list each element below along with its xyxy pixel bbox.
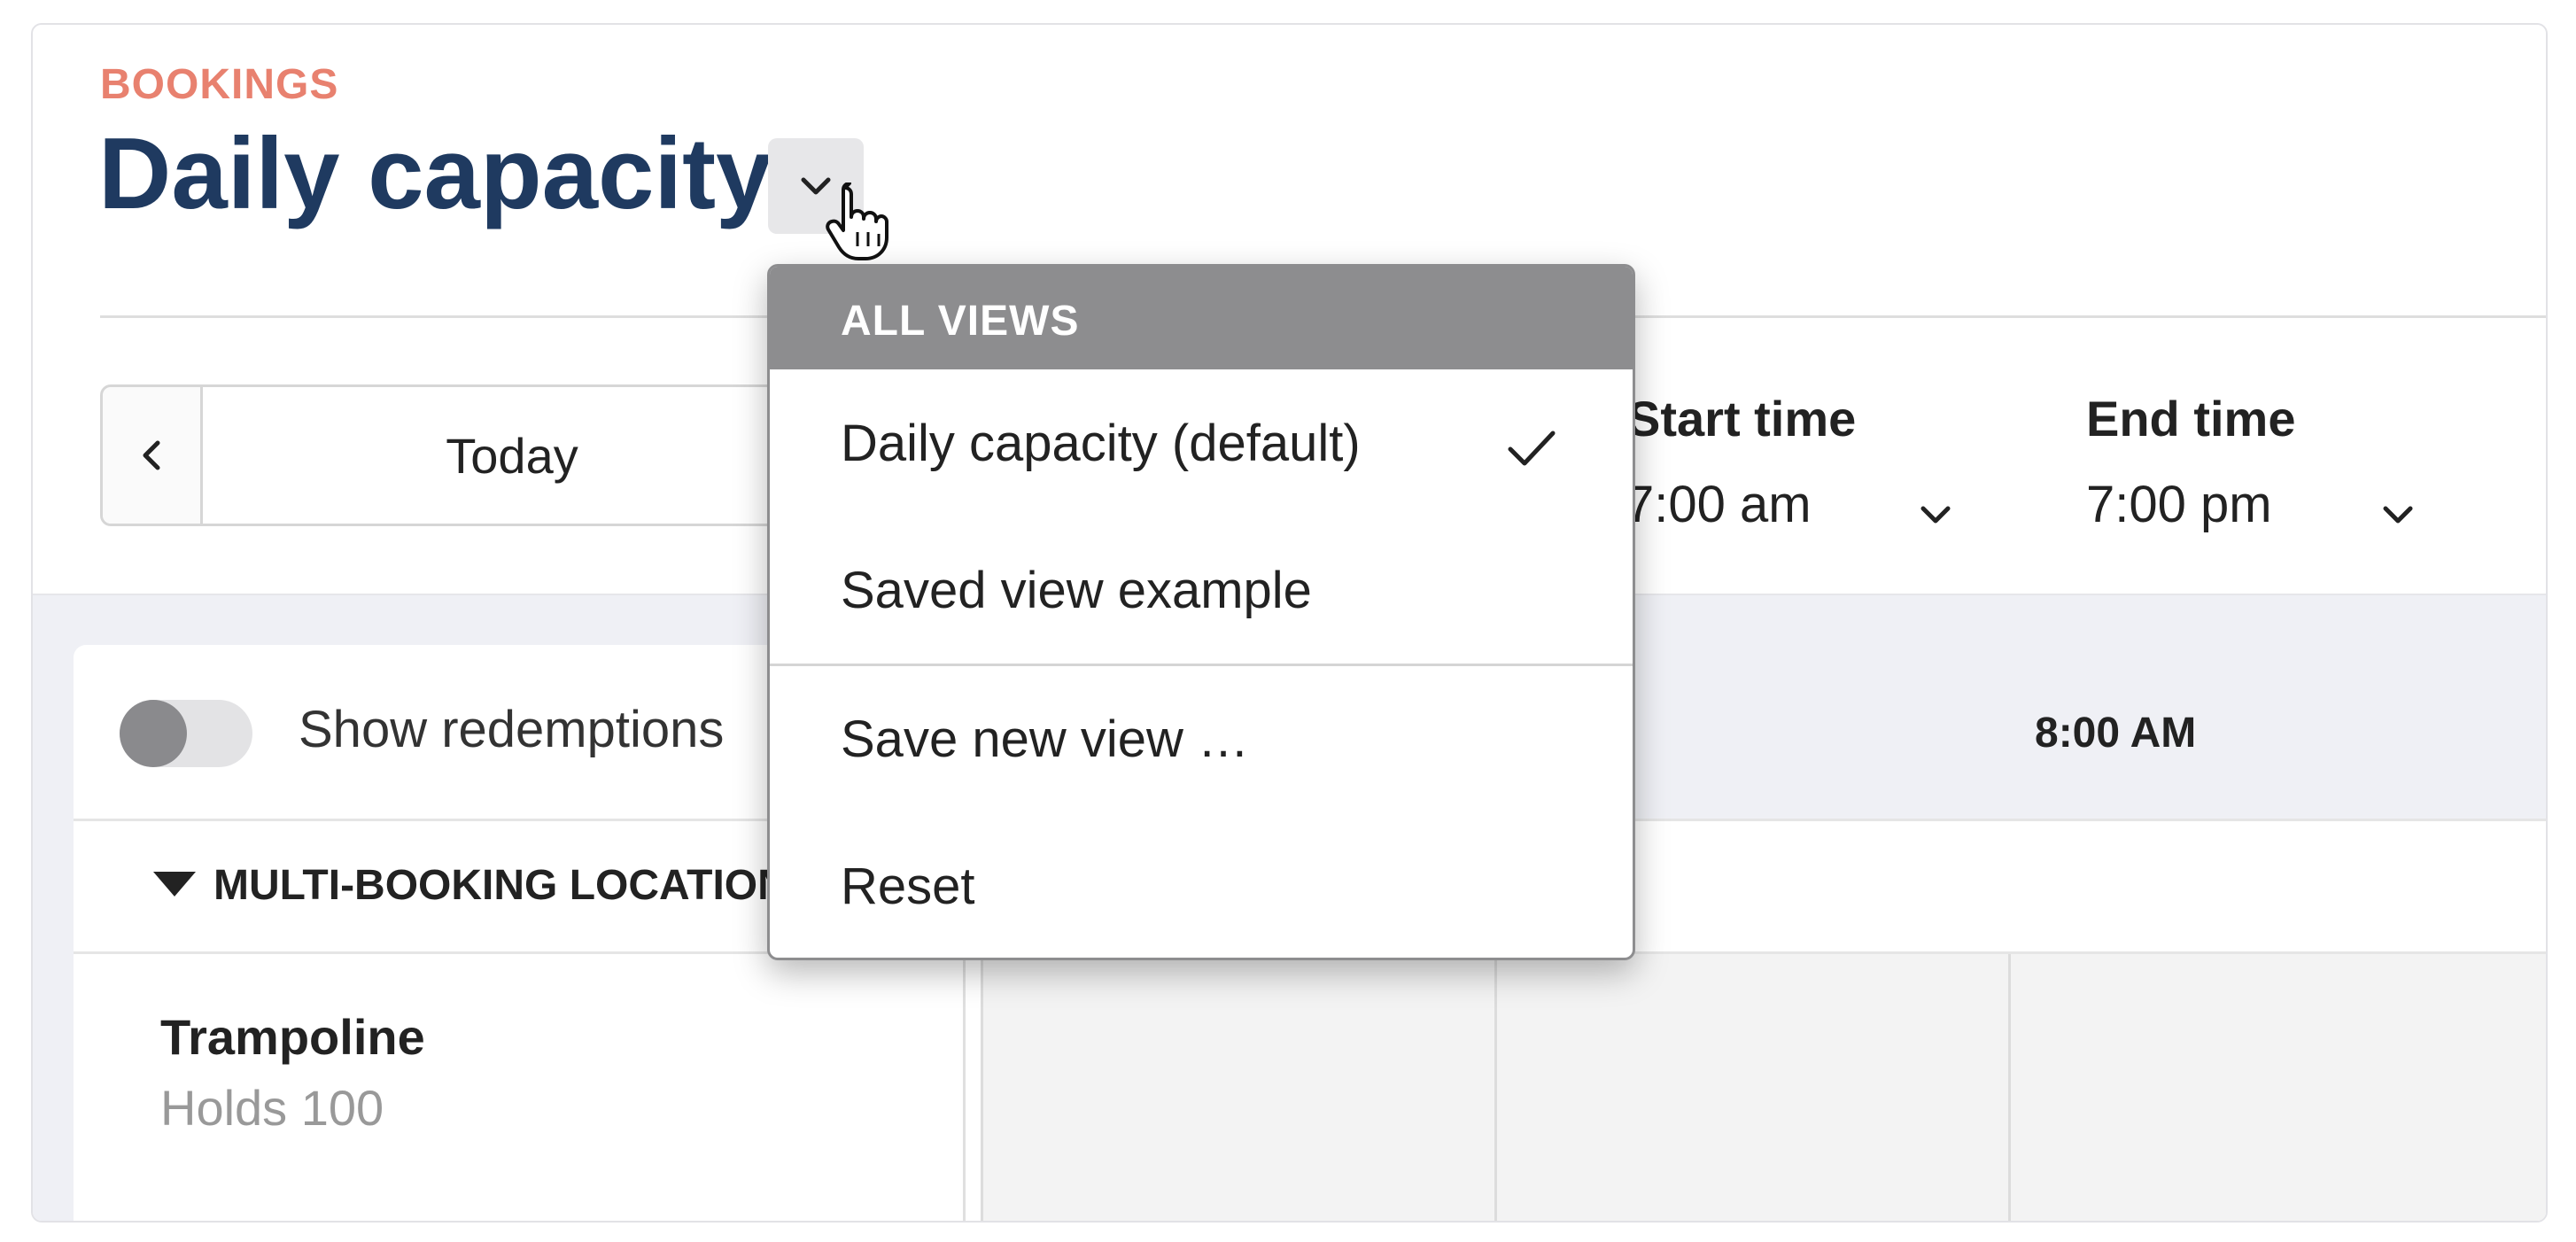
- menu-header: ALL VIEWS: [770, 267, 1633, 369]
- check-icon: [1508, 431, 1556, 466]
- menu-item-saved-view[interactable]: Saved view example: [841, 561, 1312, 620]
- menu-header-label: ALL VIEWS: [841, 298, 1080, 345]
- show-redemptions-label: Show redemptions: [299, 701, 725, 758]
- menu-item-save-new-view[interactable]: Save new view …: [841, 710, 1249, 769]
- caret-down-icon: [153, 872, 196, 897]
- toggle-knob: [120, 700, 187, 767]
- menu-divider: [770, 664, 1633, 666]
- date-navigator: Today: [100, 384, 826, 526]
- section-eyebrow: BOOKINGS: [100, 61, 339, 108]
- previous-day-button[interactable]: [103, 387, 203, 524]
- start-time-label: Start time: [1627, 391, 1857, 446]
- menu-item-daily-capacity[interactable]: Daily capacity (default): [841, 414, 1361, 473]
- group-label: MULTI-BOOKING LOCATIONS: [213, 862, 817, 909]
- column-divider: [963, 954, 966, 1221]
- start-time-select[interactable]: 7:00 am: [1626, 475, 1812, 534]
- grid-line: [1494, 954, 1497, 1221]
- page-title: Daily capacity: [98, 118, 772, 230]
- end-time-label: End time: [2086, 391, 2296, 446]
- chevron-down-icon[interactable]: [2380, 503, 2416, 526]
- menu-item-reset[interactable]: Reset: [841, 857, 975, 916]
- hand-pointer-cursor-icon: [826, 182, 888, 260]
- resource-capacity: Holds 100: [160, 1080, 384, 1136]
- views-dropdown-menu: ALL VIEWS Daily capacity (default) Saved…: [767, 264, 1635, 960]
- time-column-header: 8:00 AM: [2035, 710, 2197, 757]
- chevron-down-icon[interactable]: [1918, 503, 1953, 526]
- end-time-select[interactable]: 7:00 pm: [2086, 475, 2272, 534]
- resource-name: Trampoline: [160, 1009, 425, 1065]
- show-redemptions-toggle[interactable]: [120, 700, 252, 767]
- grid-line: [981, 954, 983, 1221]
- chevron-left-icon: [143, 440, 160, 470]
- capacity-grid[interactable]: [981, 954, 2546, 1221]
- today-button[interactable]: Today: [200, 387, 824, 524]
- grid-line: [2008, 954, 2011, 1221]
